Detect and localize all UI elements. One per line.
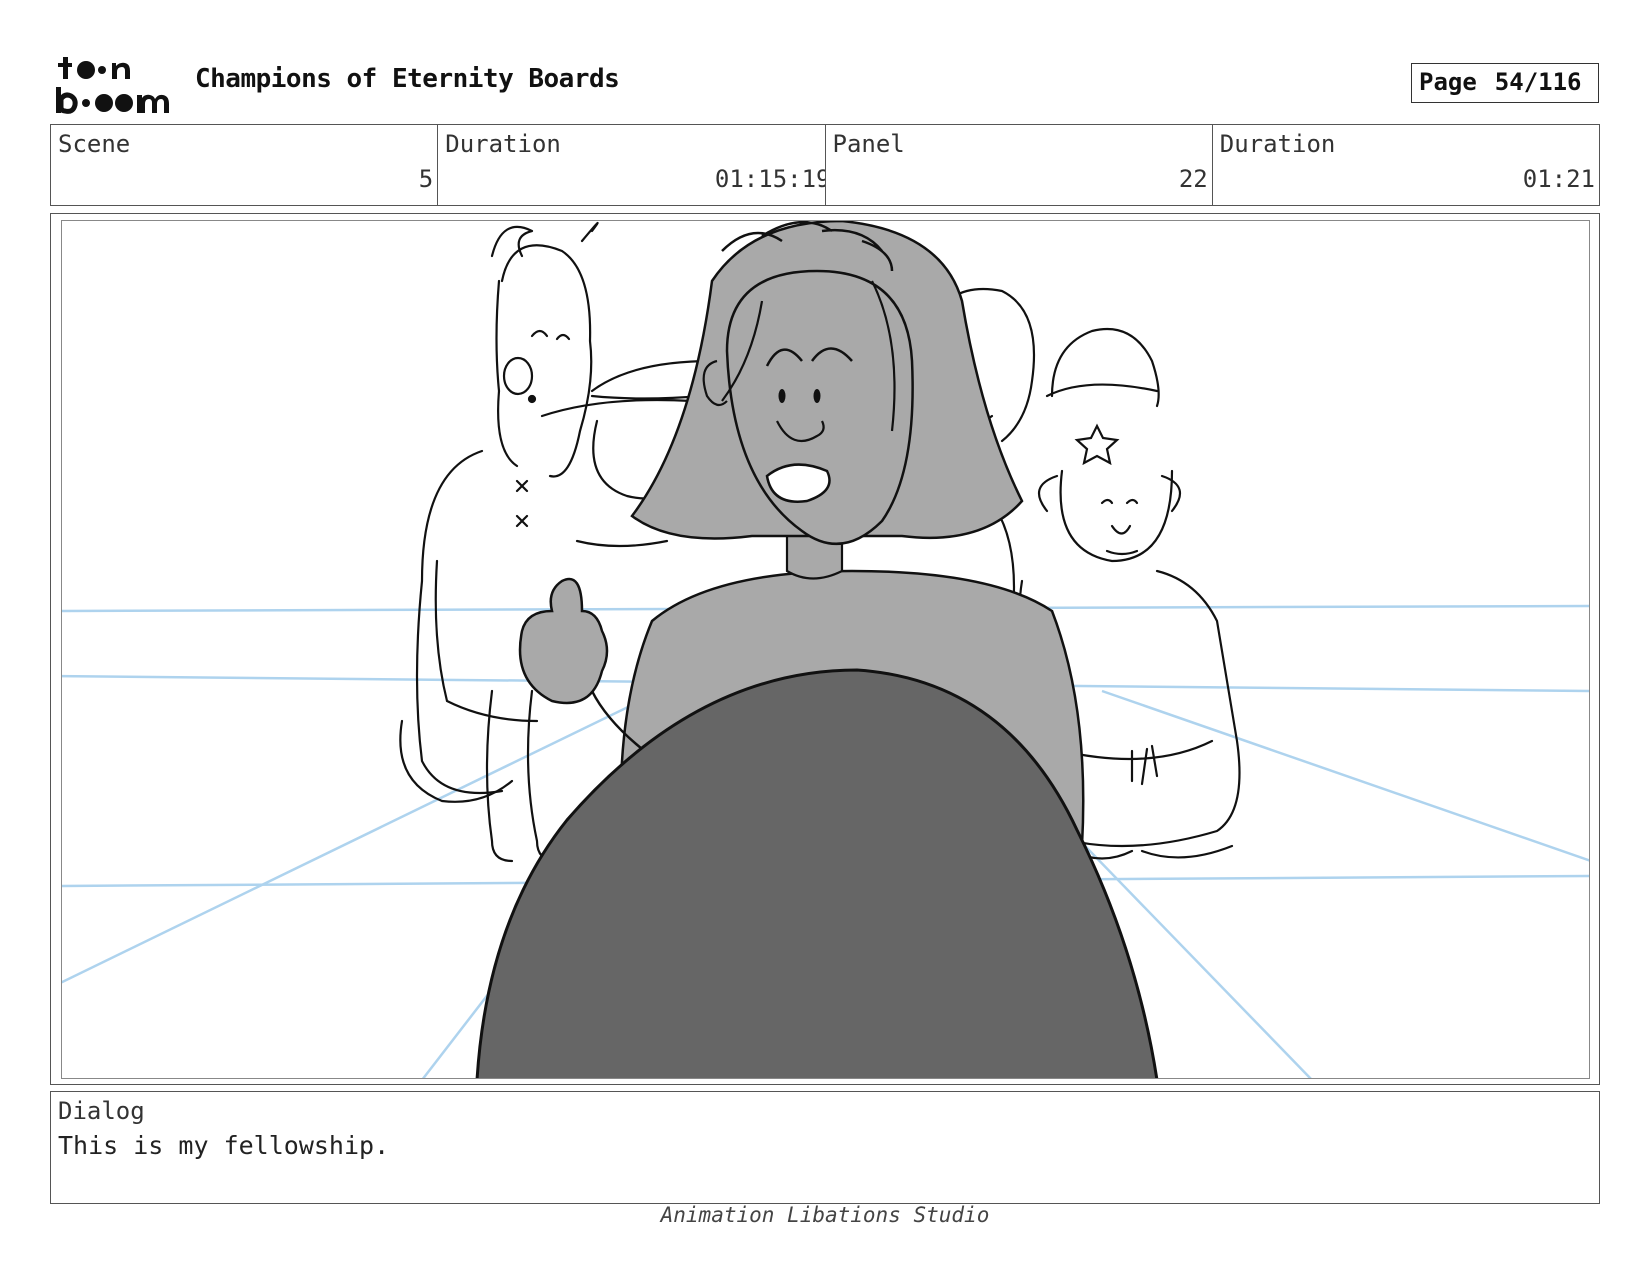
panel-cell: Panel 22: [826, 125, 1213, 205]
panel-duration-cell: Duration 01:21: [1213, 125, 1599, 205]
scene-cell: Scene 5: [51, 125, 439, 205]
scene-label: Scene: [58, 130, 131, 158]
scene-duration-value: 01:15:19: [714, 165, 826, 193]
toon-boom-logo: [54, 55, 170, 115]
scene-value: 5: [418, 165, 434, 193]
scene-duration-label: Duration: [445, 130, 561, 158]
document-title: Champions of Eternity Boards: [195, 64, 620, 94]
storyboard-panel-image: [61, 220, 1590, 1079]
panel-duration-value: 01:21: [1522, 165, 1595, 193]
studio-footer: Animation Libations Studio: [660, 1203, 990, 1227]
dialog-box: Dialog This is my fellowship.: [50, 1091, 1600, 1204]
panel-label: Panel: [832, 130, 905, 158]
panel-duration-label: Duration: [1219, 130, 1336, 158]
page-number: 54/116: [1494, 68, 1582, 96]
panel-value: 22: [1178, 165, 1208, 193]
dialog-text: This is my fellowship.: [58, 1131, 390, 1160]
page-indicator: Page 54/116: [1411, 63, 1599, 103]
scene-duration-cell: Duration 01:15:19: [438, 125, 826, 205]
page-label: Page: [1419, 68, 1477, 96]
storyboard-sketch: [62, 221, 1589, 1078]
panel-info-row: Scene 5 Duration 01:15:19 Panel 22 Durat…: [50, 124, 1600, 206]
dialog-label: Dialog: [58, 1097, 145, 1125]
